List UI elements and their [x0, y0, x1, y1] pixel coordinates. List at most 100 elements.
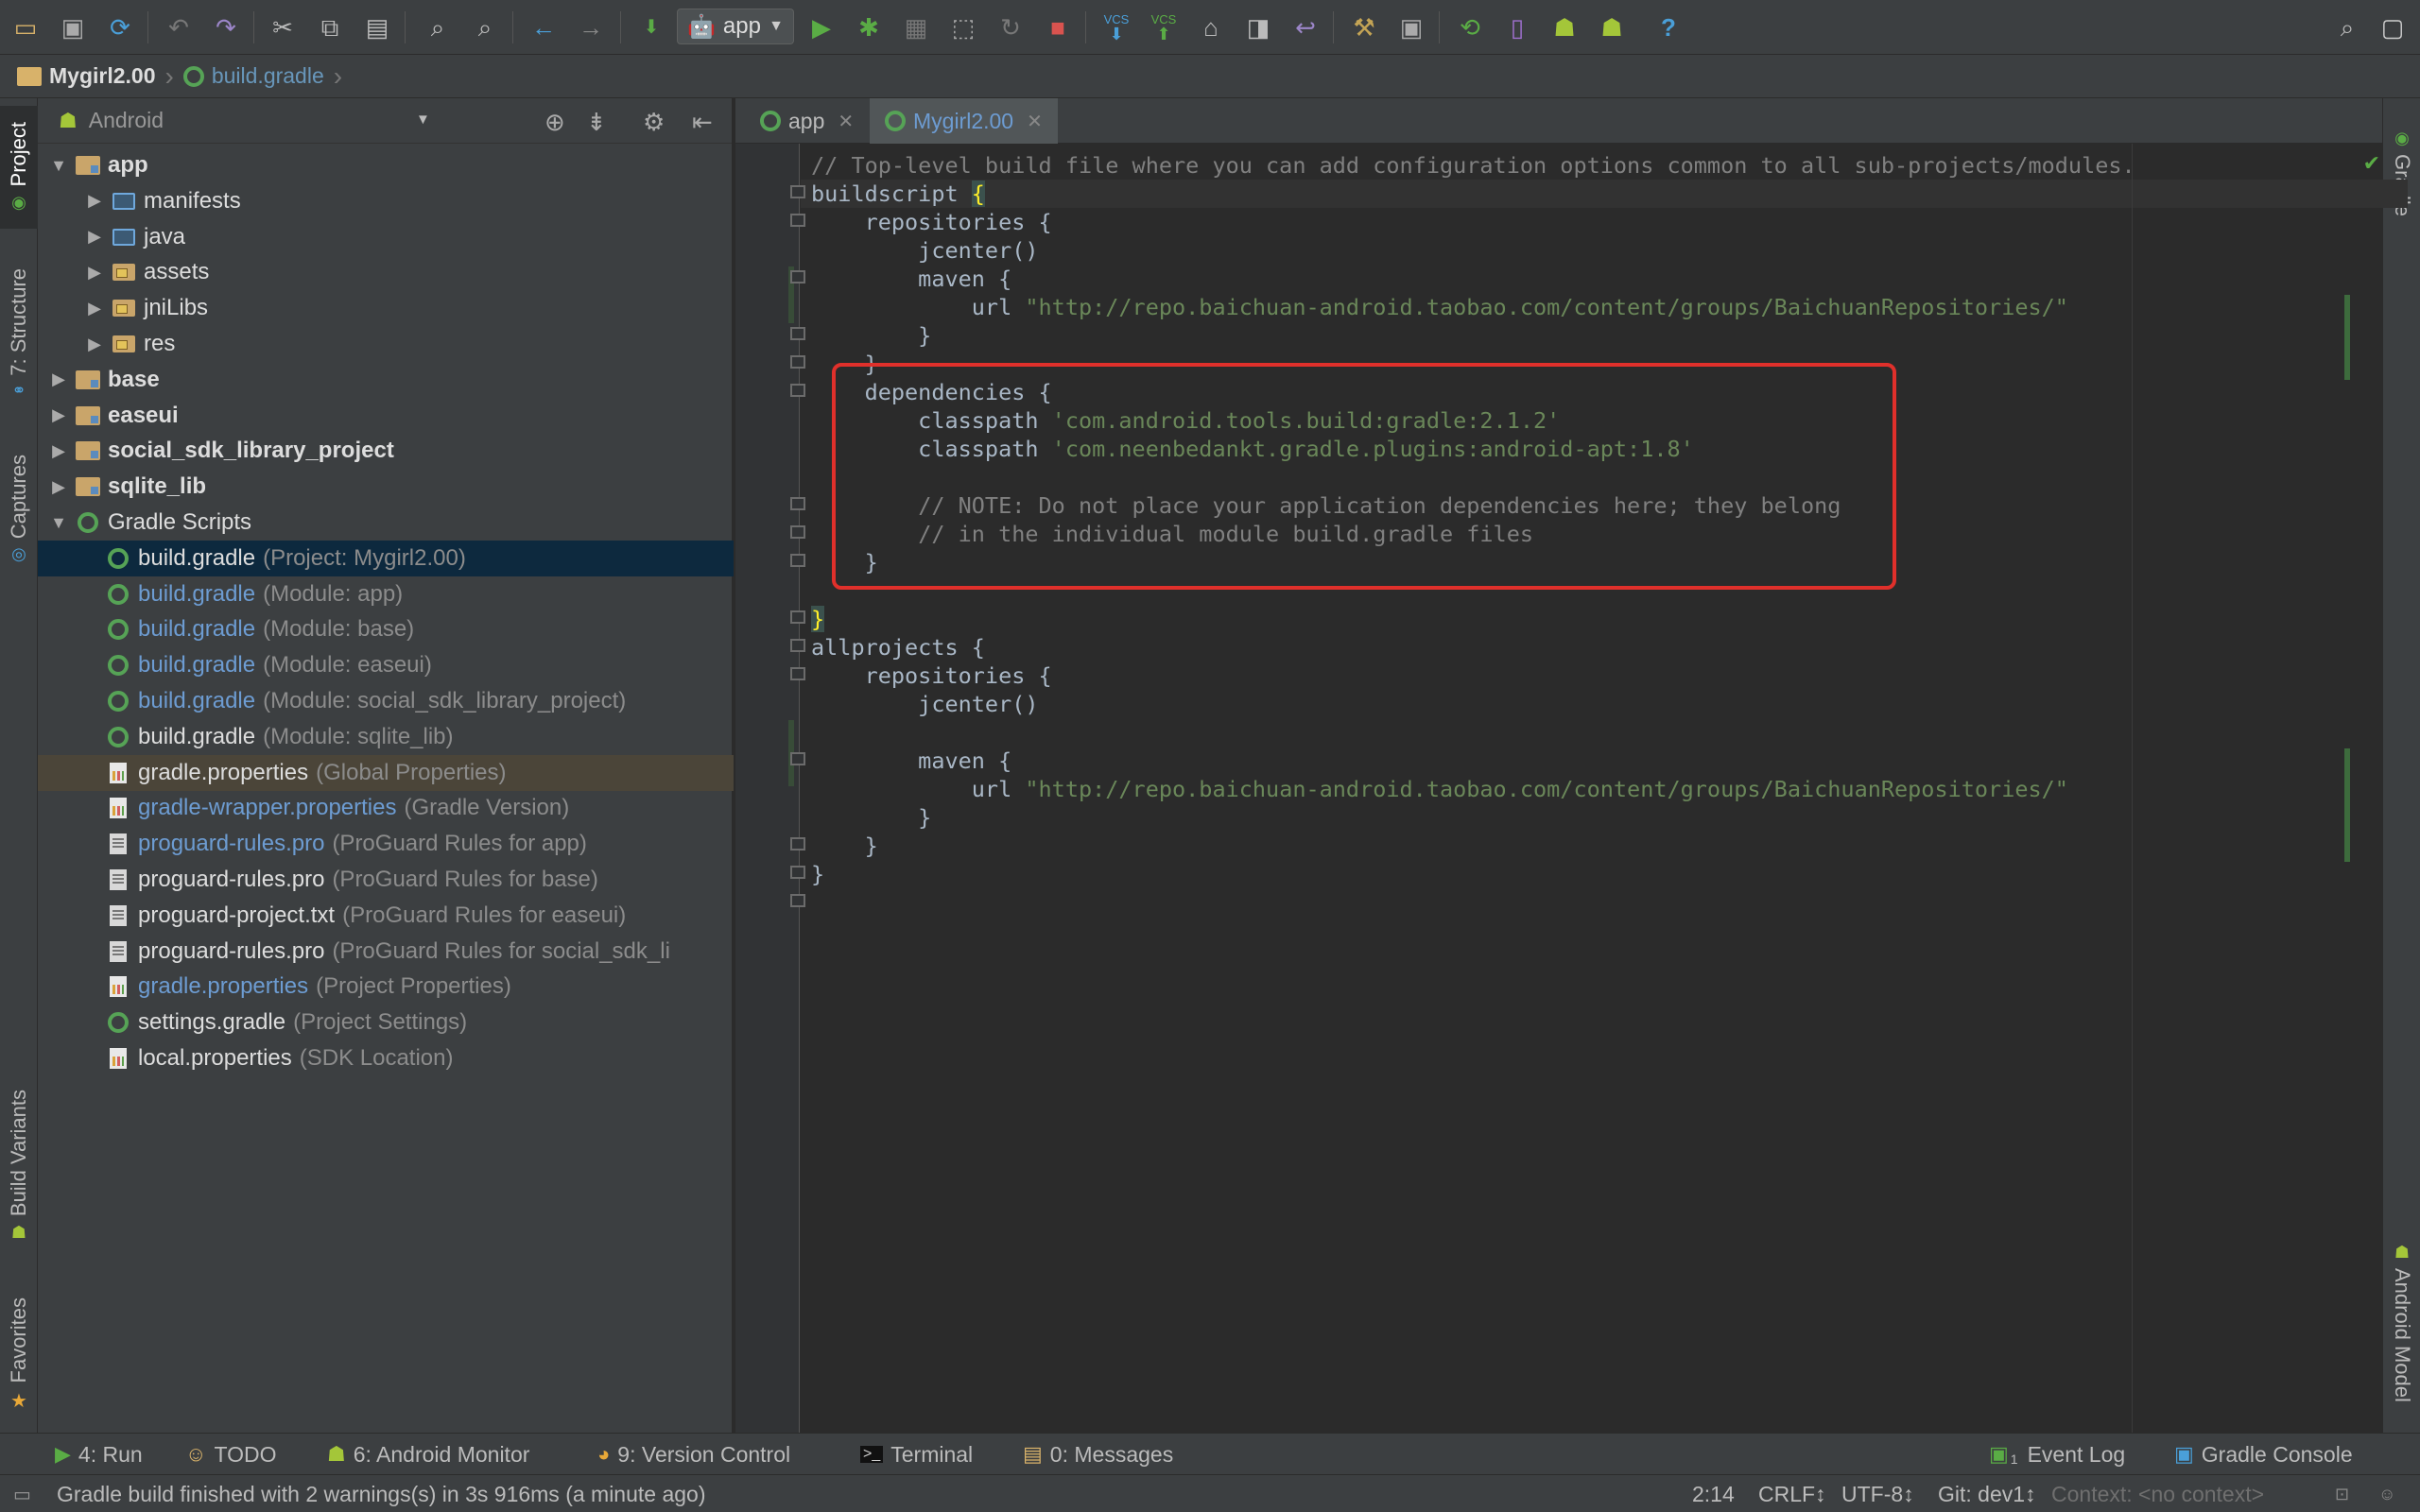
git-branch-select[interactable]: Git: dev1↕ [1938, 1475, 2036, 1512]
android-device-monitor-icon[interactable]: ☗ [1548, 11, 1581, 43]
expand-right-icon[interactable]: ▶ [47, 369, 70, 389]
sdk-manager-icon[interactable]: ▣ [1395, 11, 1427, 43]
close-icon[interactable]: ✕ [838, 110, 854, 133]
tab-gradle[interactable]: ◉ Gradle [2383, 112, 2420, 234]
tree-item[interactable]: gradle.properties (Project Properties) [38, 969, 734, 1005]
tab-android-model[interactable]: ☗ Android Model [2383, 1223, 2420, 1421]
expand-right-icon[interactable]: ▶ [83, 263, 106, 283]
cut-icon[interactable]: ✂ [267, 11, 299, 43]
toggle-tool-windows-icon[interactable]: ▭ [13, 1475, 31, 1512]
tab-mygirl[interactable]: Mygirl2.00 ✕ [870, 98, 1058, 144]
save-icon[interactable]: ▣ [57, 11, 89, 43]
tab-project[interactable]: Project ◉ [0, 106, 38, 229]
tree-item[interactable]: build.gradle (Module: base) [38, 611, 734, 647]
tree-item[interactable]: proguard-rules.pro (ProGuard Rules for so… [38, 934, 734, 970]
attach-debugger-icon[interactable]: ⬚ [947, 11, 979, 43]
hide-panel-icon[interactable]: ⇤ [692, 108, 713, 137]
breadcrumb-file[interactable]: build.gradle [182, 63, 324, 89]
tree-item[interactable]: build.gradle (Module: easeui) [38, 647, 734, 683]
tree-item[interactable]: proguard-project.txt (ProGuard Rules for … [38, 898, 734, 934]
user-icon[interactable]: ▢ [2377, 11, 2409, 43]
tree-item[interactable]: gradle.properties (Global Properties) [38, 754, 734, 791]
project-structure-icon[interactable]: ⚒ [1348, 11, 1380, 43]
tree-item[interactable]: ▶ res [38, 326, 734, 362]
lock-icon[interactable]: ⊡ [2335, 1475, 2349, 1512]
tree-item[interactable]: ▶ sqlite_lib [38, 469, 734, 505]
find-icon[interactable]: ⌕ [422, 11, 454, 43]
sync-gradle-icon[interactable]: ⟲ [1454, 11, 1486, 43]
fold-icon[interactable] [790, 327, 805, 340]
fold-icon[interactable] [790, 355, 805, 369]
run-tool-button[interactable]: ▶ 4: Run [55, 1434, 143, 1475]
tree-item[interactable]: build.gradle (Project: Mygirl2.00) [38, 540, 734, 576]
tab-structure[interactable]: 7: Structure ⚭ [0, 249, 38, 420]
expand-right-icon[interactable]: ▶ [83, 335, 106, 354]
run-configuration-select[interactable]: 🤖 app ▼ [677, 9, 794, 44]
tree-item[interactable]: ▶ jniLibs [38, 290, 734, 326]
fold-icon[interactable] [790, 214, 805, 227]
line-separator-select[interactable]: CRLF↕ [1758, 1475, 1826, 1512]
fold-icon[interactable] [790, 667, 805, 680]
android-icon[interactable]: ☗ [1596, 11, 1628, 43]
debug-icon[interactable]: ✱ [853, 11, 885, 43]
fold-icon[interactable] [790, 894, 805, 907]
fold-icon[interactable] [790, 384, 805, 397]
fold-icon[interactable] [790, 866, 805, 879]
coverage-icon[interactable]: ▦ [900, 11, 932, 43]
tree-item[interactable]: build.gradle (Module: social_sdk_library_… [38, 683, 734, 719]
fold-icon[interactable] [790, 554, 805, 567]
help-icon[interactable]: ? [1652, 11, 1685, 43]
project-view-selector[interactable]: ☗ Android ▼ ⊕ ⇟ ⚙ ⇤ [38, 98, 732, 144]
rerun-icon[interactable]: ↻ [994, 11, 1027, 43]
expand-down-icon[interactable]: ▼ [47, 156, 70, 176]
fold-icon[interactable] [790, 525, 805, 539]
tree-item[interactable]: build.gradle (Module: sqlite_lib) [38, 719, 734, 755]
fold-icon[interactable] [790, 270, 805, 284]
tree-item[interactable]: gradle-wrapper.properties (Gradle Version… [38, 790, 734, 826]
sync-icon[interactable]: ⟳ [104, 11, 136, 43]
fold-icon[interactable] [790, 610, 805, 624]
gradle-console-tool-button[interactable]: ▣ Gradle Console [2174, 1434, 2353, 1475]
tree-item[interactable]: ▶ easeui [38, 398, 734, 434]
expand-right-icon[interactable]: ▶ [83, 299, 106, 318]
breadcrumb-project[interactable]: Mygirl2.00 [17, 63, 156, 89]
tree-item[interactable]: ▶ social_sdk_library_project [38, 433, 734, 469]
tree-item[interactable]: ▼ app [38, 147, 734, 183]
android-monitor-tool-button[interactable]: ☗ 6: Android Monitor [327, 1434, 529, 1475]
vcs-compare-icon[interactable]: ◨ [1242, 11, 1274, 43]
tree-item[interactable]: build.gradle (Module: app) [38, 576, 734, 612]
tab-build-variants[interactable]: Build Variants ☗ [0, 1072, 38, 1261]
tab-favorites[interactable]: Favorites ★ [0, 1280, 38, 1431]
vcs-history-icon[interactable]: ⌂ [1195, 11, 1227, 43]
run-icon[interactable]: ▶ [805, 11, 838, 43]
status-message[interactable]: Gradle build finished with 2 warnings(s)… [57, 1475, 706, 1512]
messages-tool-button[interactable]: ▤ 0: Messages [1023, 1434, 1173, 1475]
todo-tool-button[interactable]: ☺ TODO [185, 1434, 277, 1475]
back-icon[interactable]: ← [527, 11, 560, 43]
expand-right-icon[interactable]: ▶ [83, 227, 106, 247]
vcs-update-icon[interactable]: VCS ⬇ [1100, 11, 1132, 43]
inspector-icon[interactable]: ☺ [2378, 1475, 2395, 1512]
encoding-select[interactable]: UTF-8↕ [1841, 1475, 1914, 1512]
version-control-tool-button[interactable]: ◕ 9: Version Control [597, 1434, 790, 1475]
fold-icon[interactable] [790, 837, 805, 850]
code-editor[interactable]: ✔ // Top-level build file where you can … [735, 144, 2408, 1433]
paste-icon[interactable]: ▤ [361, 11, 393, 43]
make-icon[interactable]: ⬇ [635, 11, 667, 43]
close-icon[interactable]: ✕ [1027, 110, 1043, 133]
avd-manager-icon[interactable]: ▯ [1501, 11, 1533, 43]
fold-icon[interactable] [790, 752, 805, 765]
vcs-commit-icon[interactable]: VCS ⬆ [1148, 11, 1180, 43]
tree-item[interactable]: ▶ assets [38, 254, 734, 290]
tree-item[interactable]: local.properties (SDK Location) [38, 1040, 734, 1076]
open-icon[interactable]: ▭ [9, 11, 42, 43]
tree-item[interactable]: ▶ manifests [38, 183, 734, 219]
event-log-tool-button[interactable]: ▣ 1 Event Log [1989, 1434, 2125, 1475]
replace-icon[interactable]: ⌕ [469, 11, 501, 43]
expand-down-icon[interactable]: ▼ [47, 513, 70, 533]
tab-captures[interactable]: Captures ◎ [0, 438, 38, 580]
tree-item[interactable]: proguard-rules.pro (ProGuard Rules for ap… [38, 826, 734, 862]
forward-icon[interactable]: → [575, 11, 607, 43]
undo-icon[interactable]: ↶ [163, 11, 195, 43]
tree-item[interactable]: ▶ java [38, 219, 734, 255]
